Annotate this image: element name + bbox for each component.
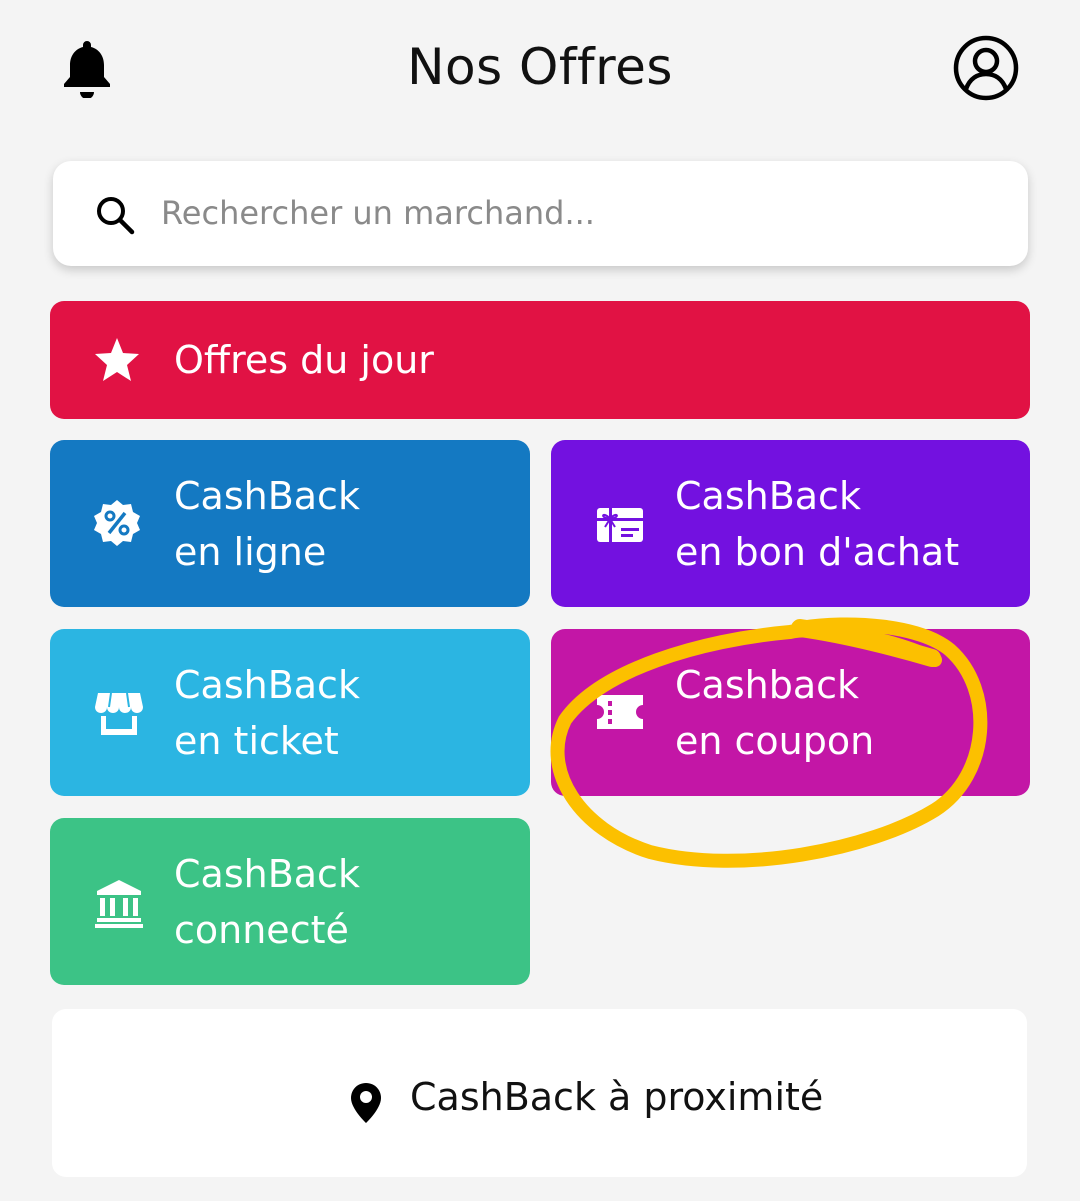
bank-icon xyxy=(95,880,143,928)
tile-offres-du-jour[interactable]: Offres du jour xyxy=(50,301,1030,419)
page-title: Nos Offres xyxy=(407,38,673,96)
tile-cashback-en-ligne[interactable]: CashBack en ligne xyxy=(50,440,530,607)
tile-cashback-bon-achat[interactable]: CashBack en bon d'achat xyxy=(551,440,1030,607)
header-bar: Nos Offres xyxy=(0,0,1080,140)
search-input[interactable] xyxy=(161,183,1001,243)
tile-cashback-connecte[interactable]: CashBack connecté xyxy=(50,818,530,985)
search-bar[interactable] xyxy=(53,161,1028,266)
user-avatar-icon[interactable] xyxy=(952,34,1020,102)
gift-card-icon xyxy=(597,508,643,542)
tile-label: CashBack connecté xyxy=(174,852,360,952)
tile-label: CashBack en bon d'achat xyxy=(675,474,960,574)
store-icon xyxy=(95,692,143,735)
tile-label: Offres du jour xyxy=(174,338,434,382)
percent-badge-icon xyxy=(94,500,140,546)
tile-label: Cashback en coupon xyxy=(675,663,875,763)
search-icon xyxy=(97,197,135,235)
ticket-icon xyxy=(597,695,643,729)
nearby-label: CashBack à proximité xyxy=(410,1075,824,1119)
map-pin-icon xyxy=(351,1083,381,1123)
tile-label: CashBack en ticket xyxy=(174,663,360,763)
tile-cashback-ticket[interactable]: CashBack en ticket xyxy=(50,629,530,796)
star-icon xyxy=(95,338,139,381)
nearby-button[interactable]: CashBack à proximité xyxy=(52,1009,1027,1177)
tile-cashback-coupon[interactable]: Cashback en coupon xyxy=(551,629,1030,796)
tile-label: CashBack en ligne xyxy=(174,474,360,574)
